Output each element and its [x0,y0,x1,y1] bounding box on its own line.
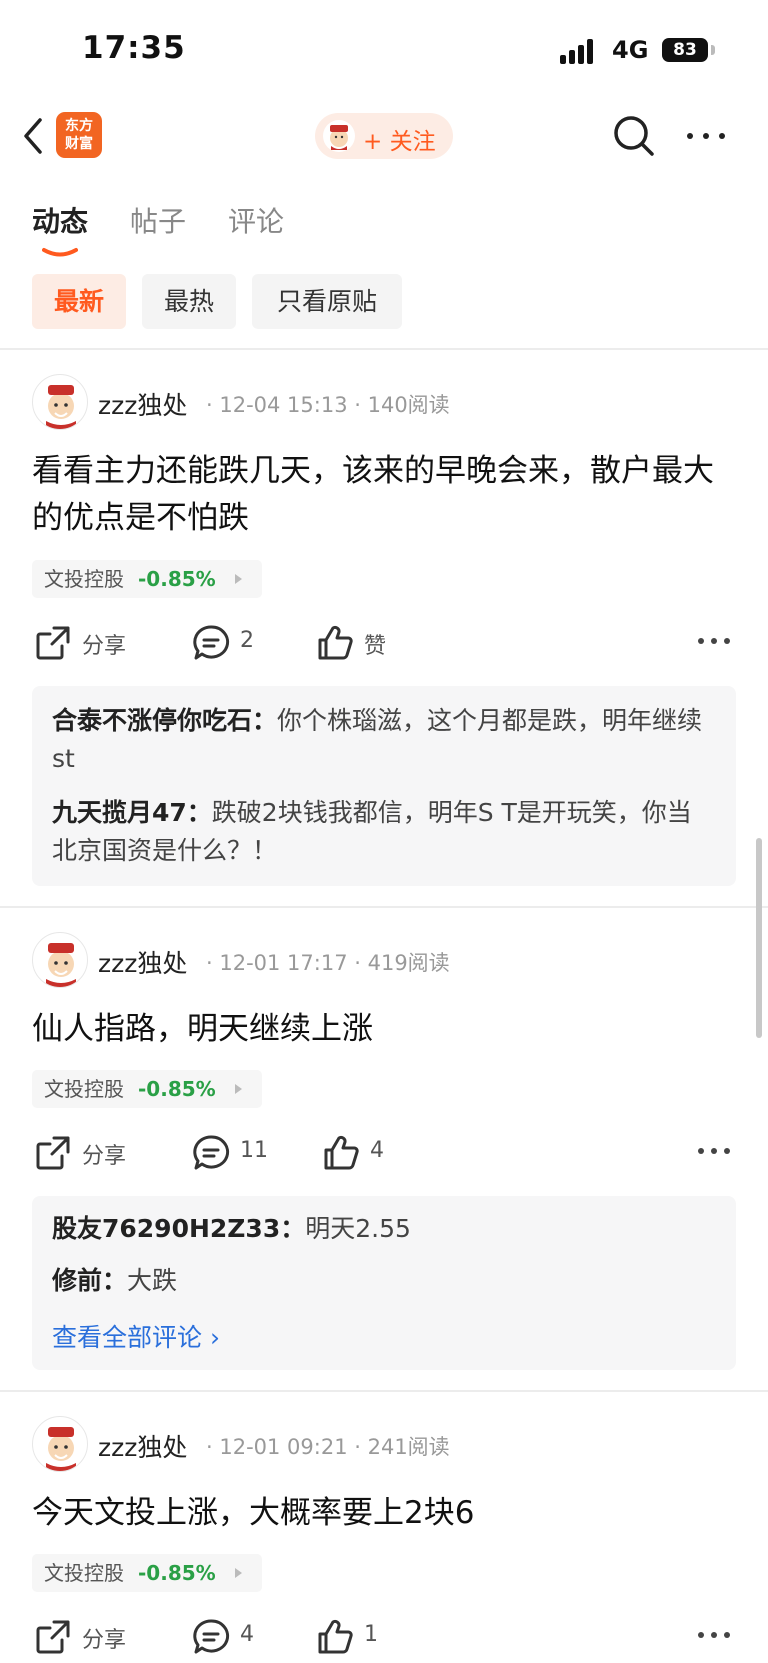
search-icon[interactable] [610,112,658,160]
username[interactable]: zzz独处 [98,944,187,980]
post-meta: · 12-01 17:17 · 419阅读 [206,951,450,975]
stock-change: -0.85% [138,567,216,591]
stock-name: 文投控股 [44,1077,124,1101]
comment-item: 股友76290H2Z33：明天2.55 [52,1210,712,1248]
thumbs-up-icon [318,1619,353,1654]
battery-icon: 83 [662,38,708,62]
comment-item: 九天揽月47：跌破2块钱我都信，明年S T是开玩笑，你当北京国资是什么？！ [52,794,712,870]
share-button[interactable]: 分享 [34,1128,144,1178]
like-count: 1 [364,1622,378,1647]
comment-text: 明天2.55 [305,1214,411,1243]
share-label: 分享 [82,1628,127,1653]
comment-item: 合泰不涨停你吃石：你个株瑙滋，这个月都是跌，明年继续st [52,702,712,778]
post-card[interactable]: zzz独处 · 12-01 17:17 · 419阅读 仙人指路，明天继续上涨 … [0,908,768,1390]
tab-posts[interactable]: 帖子 [130,200,186,240]
comment-author[interactable]: 股友76290H2Z33： [52,1214,305,1243]
caret-right-icon [235,1568,242,1578]
username[interactable]: zzz独处 [98,1428,187,1464]
stock-change: -0.85% [138,1077,216,1101]
status-bar: 17:35 4G 83 [0,0,768,100]
thumbs-up-icon [324,1135,359,1170]
follow-label: + 关注 [363,129,436,155]
back-icon[interactable] [18,114,58,158]
tab-comments[interactable]: 评论 [228,200,284,240]
share-icon [36,1620,70,1654]
more-icon[interactable] [696,1136,732,1166]
stock-change: -0.85% [138,1561,216,1585]
comment-text: 大跌 [127,1266,178,1295]
stock-name: 文投控股 [44,1561,124,1585]
post-actions: 分享 4 1 [0,1612,768,1662]
signal-icon [560,38,600,64]
avatar[interactable] [32,932,88,988]
avatar[interactable] [32,374,88,430]
post-card[interactable]: zzz独处 · 12-01 09:21 · 241阅读 今天文投上涨，大概率要上… [0,1392,768,1663]
stock-name: 文投控股 [44,567,124,591]
post-content[interactable]: 仙人指路，明天继续上涨 [32,1006,742,1053]
status-time: 17:35 [82,30,186,66]
share-label: 分享 [82,1144,127,1169]
filter-original-only[interactable]: 只看原贴 [252,274,402,329]
post-meta: · 12-04 15:13 · 140阅读 [206,393,450,417]
comment-item: 修前：大跌 [52,1262,712,1300]
post-actions: 分享 2 赞 [0,618,768,668]
stock-tag[interactable]: 文投控股 -0.85% [32,1554,262,1592]
comment-icon [193,1135,230,1170]
comment-button[interactable]: 11 [192,1128,272,1178]
scrollbar[interactable] [756,838,762,1038]
like-label: 赞 [364,634,387,659]
username[interactable]: zzz独处 [98,386,187,422]
network-type: 4G [612,36,649,64]
post-actions: 分享 11 4 [0,1128,768,1178]
filter-latest[interactable]: 最新 [32,274,126,329]
battery-tip [711,45,715,55]
active-tab-indicator [42,242,78,257]
filter-hot[interactable]: 最热 [142,274,236,329]
more-icon[interactable] [696,1620,732,1650]
like-count: 4 [370,1138,384,1163]
post-content[interactable]: 看看主力还能跌几天，该来的早晚会来，散户最大的优点是不怕跌 [32,448,742,542]
avatar[interactable] [32,1416,88,1472]
comment-author[interactable]: 合泰不涨停你吃石： [52,706,277,735]
stock-tag[interactable]: 文投控股 -0.85% [32,560,262,598]
comment-preview[interactable]: 股友76290H2Z33：明天2.55 修前：大跌 查看全部评论 › [32,1196,736,1370]
more-icon[interactable] [684,114,728,158]
like-button[interactable]: 4 [322,1128,402,1178]
thumbs-up-icon [318,625,353,660]
share-button[interactable]: 分享 [34,1612,144,1662]
share-label: 分享 [82,634,127,659]
share-button[interactable]: 分享 [34,618,144,668]
comment-author[interactable]: 修前： [52,1266,127,1295]
comment-icon [193,1619,230,1654]
comment-count: 4 [240,1622,254,1647]
post-content[interactable]: 今天文投上涨，大概率要上2块6 [32,1490,742,1537]
share-icon [36,626,70,660]
nav-bar: 东方 财富 + 关注 [0,100,768,172]
post-meta: · 12-01 09:21 · 241阅读 [206,1435,450,1459]
comment-count: 11 [240,1138,268,1163]
tab-dynamics[interactable]: 动态 [32,200,88,240]
comment-button[interactable]: 4 [192,1612,272,1662]
comment-author[interactable]: 九天揽月47： [52,798,212,827]
comment-button[interactable]: 2 [192,618,272,668]
god-of-wealth-avatar-icon [323,120,355,152]
more-icon[interactable] [696,626,732,656]
stock-tag[interactable]: 文投控股 -0.85% [32,1070,262,1108]
share-icon [36,1136,70,1170]
view-all-comments-link[interactable]: 查看全部评论 › [52,1318,220,1354]
app-logo[interactable]: 东方 财富 [56,112,102,158]
post-card[interactable]: zzz独处 · 12-04 15:13 · 140阅读 看看主力还能跌几天，该来… [0,350,768,906]
comment-preview[interactable]: 合泰不涨停你吃石：你个株瑙滋，这个月都是跌，明年继续st 九天揽月47：跌破2块… [32,686,736,886]
tab-bar: 动态 帖子 评论 [0,190,768,257]
caret-right-icon [235,1084,242,1094]
comment-count: 2 [240,628,254,653]
follow-button[interactable]: + 关注 [315,113,453,159]
caret-right-icon [235,574,242,584]
comment-icon [193,625,230,660]
like-button[interactable]: 1 [316,1612,396,1662]
like-button[interactable]: 赞 [316,618,406,668]
